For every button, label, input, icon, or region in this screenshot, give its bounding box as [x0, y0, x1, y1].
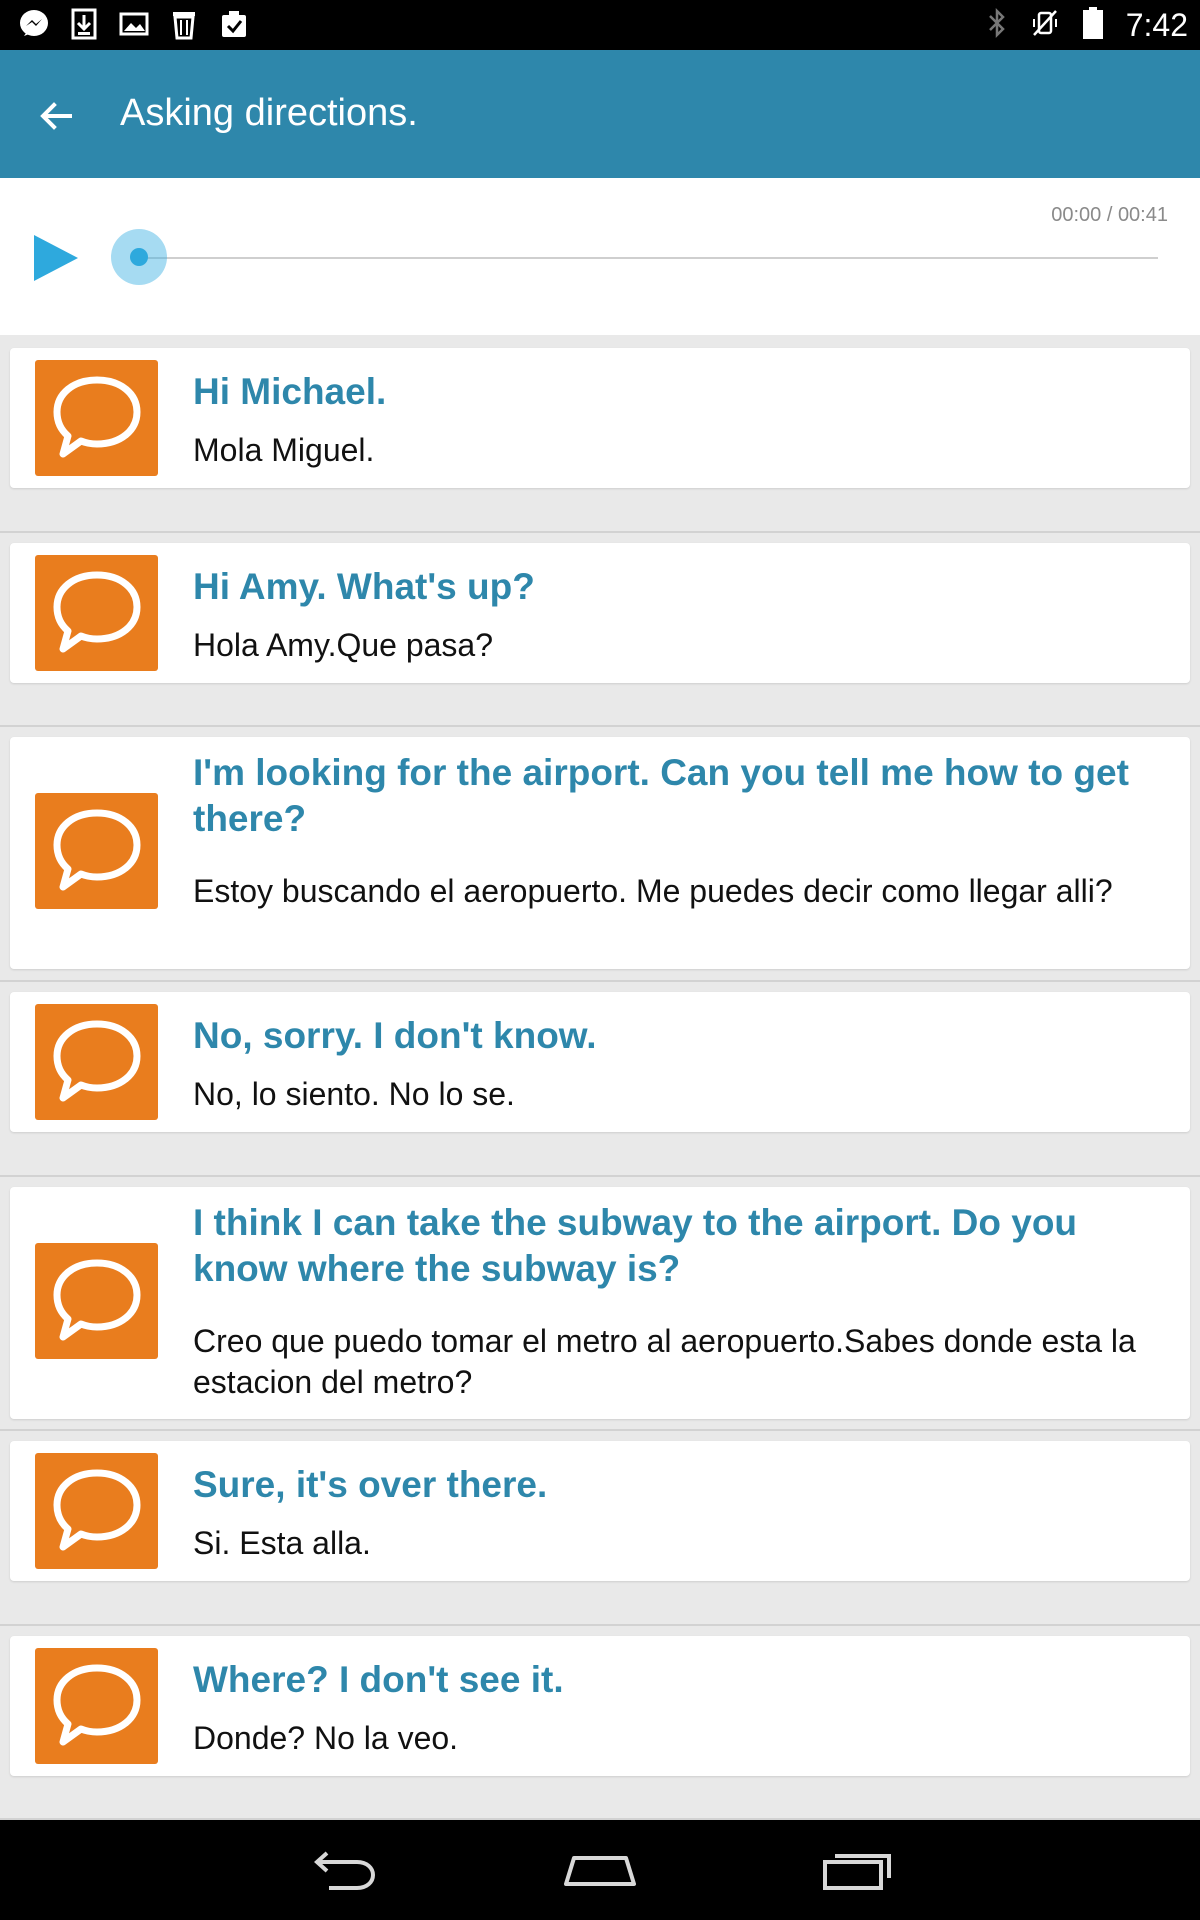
spanish-line: Hola Amy.Que pasa?	[193, 627, 494, 663]
dialogue-item[interactable]: Sure, it's over there. Si. Esta alla.	[10, 1441, 1190, 1581]
english-line: I think I can take the subway to the air…	[193, 1202, 1078, 1289]
page-title: Asking directions.	[120, 92, 418, 134]
divider	[0, 725, 1200, 727]
english-line: Hi Amy. What's up?	[193, 566, 535, 607]
spanish-line: Mola Miguel.	[193, 432, 375, 468]
english-line: Sure, it's over there.	[193, 1464, 548, 1505]
spanish-line: Si. Esta alla.	[193, 1525, 371, 1561]
dialogue-item[interactable]: Where? I don't see it. Donde? No la veo.	[10, 1636, 1190, 1776]
spanish-line: Creo que puedo tomar el metro al aeropue…	[193, 1323, 1136, 1400]
seek-thumb-dot	[130, 248, 148, 266]
bluetooth-icon	[986, 7, 1008, 44]
dialogue-item[interactable]: I'm looking for the airport. Can you tel…	[10, 737, 1190, 969]
speech-bubble-icon	[35, 360, 158, 476]
nav-back-icon[interactable]	[298, 1842, 388, 1898]
app-bar: Asking directions.	[0, 50, 1200, 178]
divider	[0, 1429, 1200, 1431]
speech-bubble-icon	[35, 555, 158, 671]
nav-recents-icon[interactable]	[812, 1842, 902, 1898]
messenger-icon	[18, 8, 50, 40]
speech-bubble-icon	[35, 1004, 158, 1120]
trash-icon	[168, 8, 200, 40]
dialogue-item[interactable]: I think I can take the subway to the air…	[10, 1187, 1190, 1419]
image-icon	[118, 8, 150, 40]
download-icon	[68, 8, 100, 40]
navigation-bar	[0, 1820, 1200, 1920]
audio-player: 00:00 / 00:41	[0, 178, 1200, 335]
play-icon[interactable]	[30, 232, 82, 284]
dialogue-item[interactable]: Hi Michael. Mola Miguel.	[10, 348, 1190, 488]
english-line: No, sorry. I don't know.	[193, 1015, 597, 1056]
divider	[0, 1175, 1200, 1177]
divider	[0, 980, 1200, 982]
speech-bubble-icon	[35, 1453, 158, 1569]
speech-bubble-icon	[35, 793, 158, 909]
divider	[0, 1624, 1200, 1626]
english-line: Where? I don't see it.	[193, 1659, 564, 1700]
vibrate-off-icon	[1030, 7, 1060, 44]
speech-bubble-icon	[35, 1243, 158, 1359]
status-time: 7:42	[1125, 7, 1188, 43]
english-line: I'm looking for the airport. Can you tel…	[193, 752, 1129, 839]
clipboard-check-icon	[218, 8, 250, 40]
status-bar: 7:42	[0, 0, 1200, 50]
spanish-line: Donde? No la veo.	[193, 1720, 459, 1756]
spanish-line: Estoy buscando el aeropuerto. Me puedes …	[193, 873, 1113, 909]
dialogue-list[interactable]: Hi Michael. Mola Miguel. Hi Amy. What's …	[0, 335, 1200, 1820]
speech-bubble-icon	[35, 1648, 158, 1764]
time-readout: 00:00 / 00:41	[1051, 204, 1168, 226]
battery-icon	[1082, 6, 1104, 45]
seek-track[interactable]	[140, 257, 1158, 259]
spanish-line: No, lo siento. No lo se.	[193, 1076, 515, 1112]
dialogue-item[interactable]: No, sorry. I don't know. No, lo siento. …	[10, 992, 1190, 1132]
back-arrow-icon[interactable]	[30, 90, 82, 142]
dialogue-item[interactable]: Hi Amy. What's up? Hola Amy.Que pasa?	[10, 543, 1190, 683]
english-line: Hi Michael.	[193, 371, 387, 412]
nav-home-icon[interactable]	[555, 1842, 645, 1898]
divider	[0, 531, 1200, 533]
